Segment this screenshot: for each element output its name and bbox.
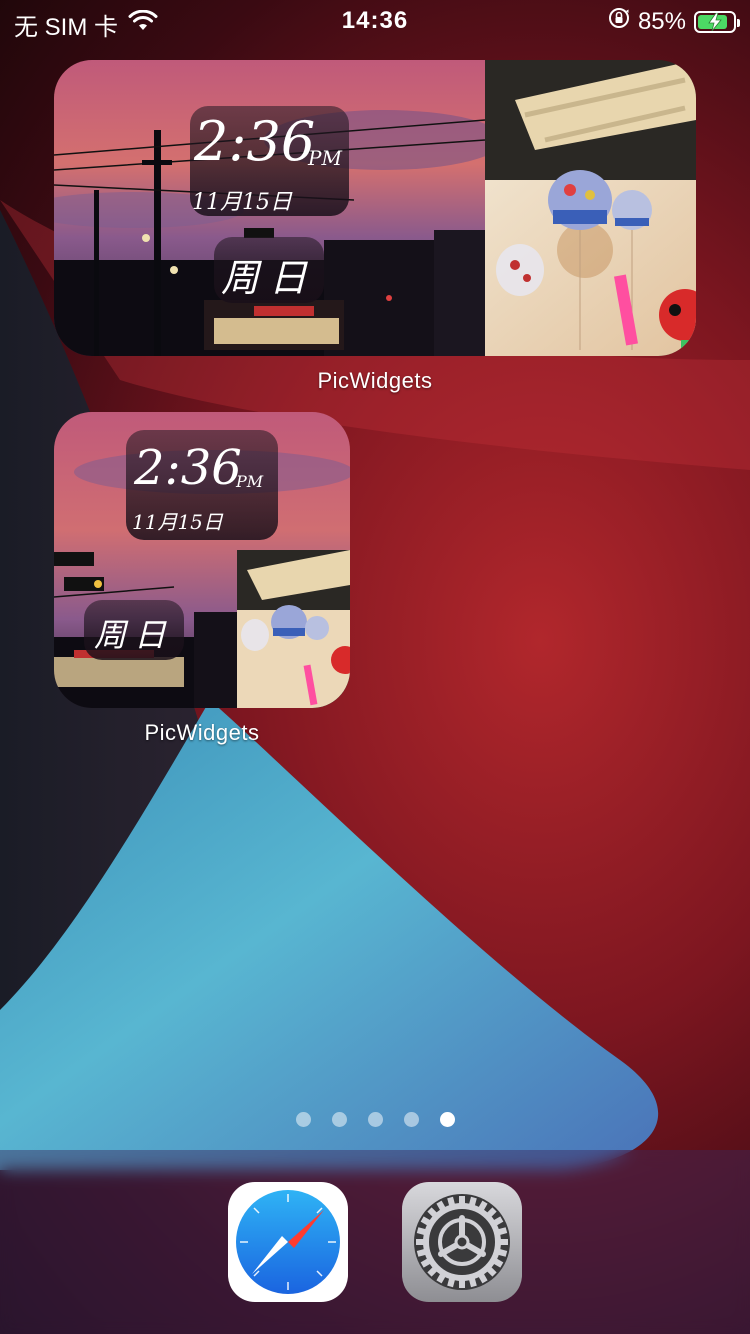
wind-chimes-photo-small <box>237 550 350 708</box>
clock-date: 11月15日 <box>192 190 292 215</box>
page-dot-3[interactable] <box>367 1112 383 1127</box>
battery-percent: 85% <box>637 7 686 35</box>
page-dot-2[interactable] <box>331 1112 347 1127</box>
weekday-text: 周日 <box>220 256 317 300</box>
widget-label-small: PicWidgets <box>144 720 260 745</box>
settings-gear-icon <box>414 1194 510 1290</box>
settings-app-icon[interactable] <box>402 1182 522 1302</box>
widget-label-large: PicWidgets <box>317 368 433 393</box>
clock-time-small: 2:36 <box>134 440 242 496</box>
orientation-lock-icon <box>608 7 630 36</box>
charging-bolt-icon <box>708 12 722 31</box>
picwidgets-small-widget[interactable]: 2:36 PM 11月15日 周日 <box>54 412 350 708</box>
clock-ampm: PM <box>308 146 342 170</box>
page-dot-1[interactable] <box>295 1112 311 1127</box>
weekday-panel-small: 周日 <box>84 600 184 660</box>
safari-app-icon[interactable] <box>228 1182 348 1302</box>
weekday-panel: 周日 <box>214 237 324 303</box>
weekday-text-small: 周日 <box>93 616 174 654</box>
picwidgets-medium-widget[interactable]: 2:36 PM 11月15日 周日 <box>54 60 696 356</box>
dock <box>0 1150 750 1334</box>
page-dot-5[interactable] <box>439 1112 455 1127</box>
clock-panel: 2:36 PM 11月15日 <box>190 106 349 216</box>
battery-icon <box>694 10 740 33</box>
page-dot-4[interactable] <box>403 1112 419 1127</box>
clock-time: 2:36 <box>194 110 316 173</box>
status-bar: 无 SIM 卡 14:36 85% <box>0 0 750 41</box>
safari-compass-icon <box>236 1190 340 1294</box>
clock-date-small: 11月15日 <box>132 510 223 534</box>
clock-panel-small: 2:36 PM 11月15日 <box>126 430 278 540</box>
wind-chimes-photo <box>485 60 696 356</box>
page-indicator[interactable] <box>0 1112 750 1127</box>
clock-ampm-small: PM <box>236 472 264 491</box>
